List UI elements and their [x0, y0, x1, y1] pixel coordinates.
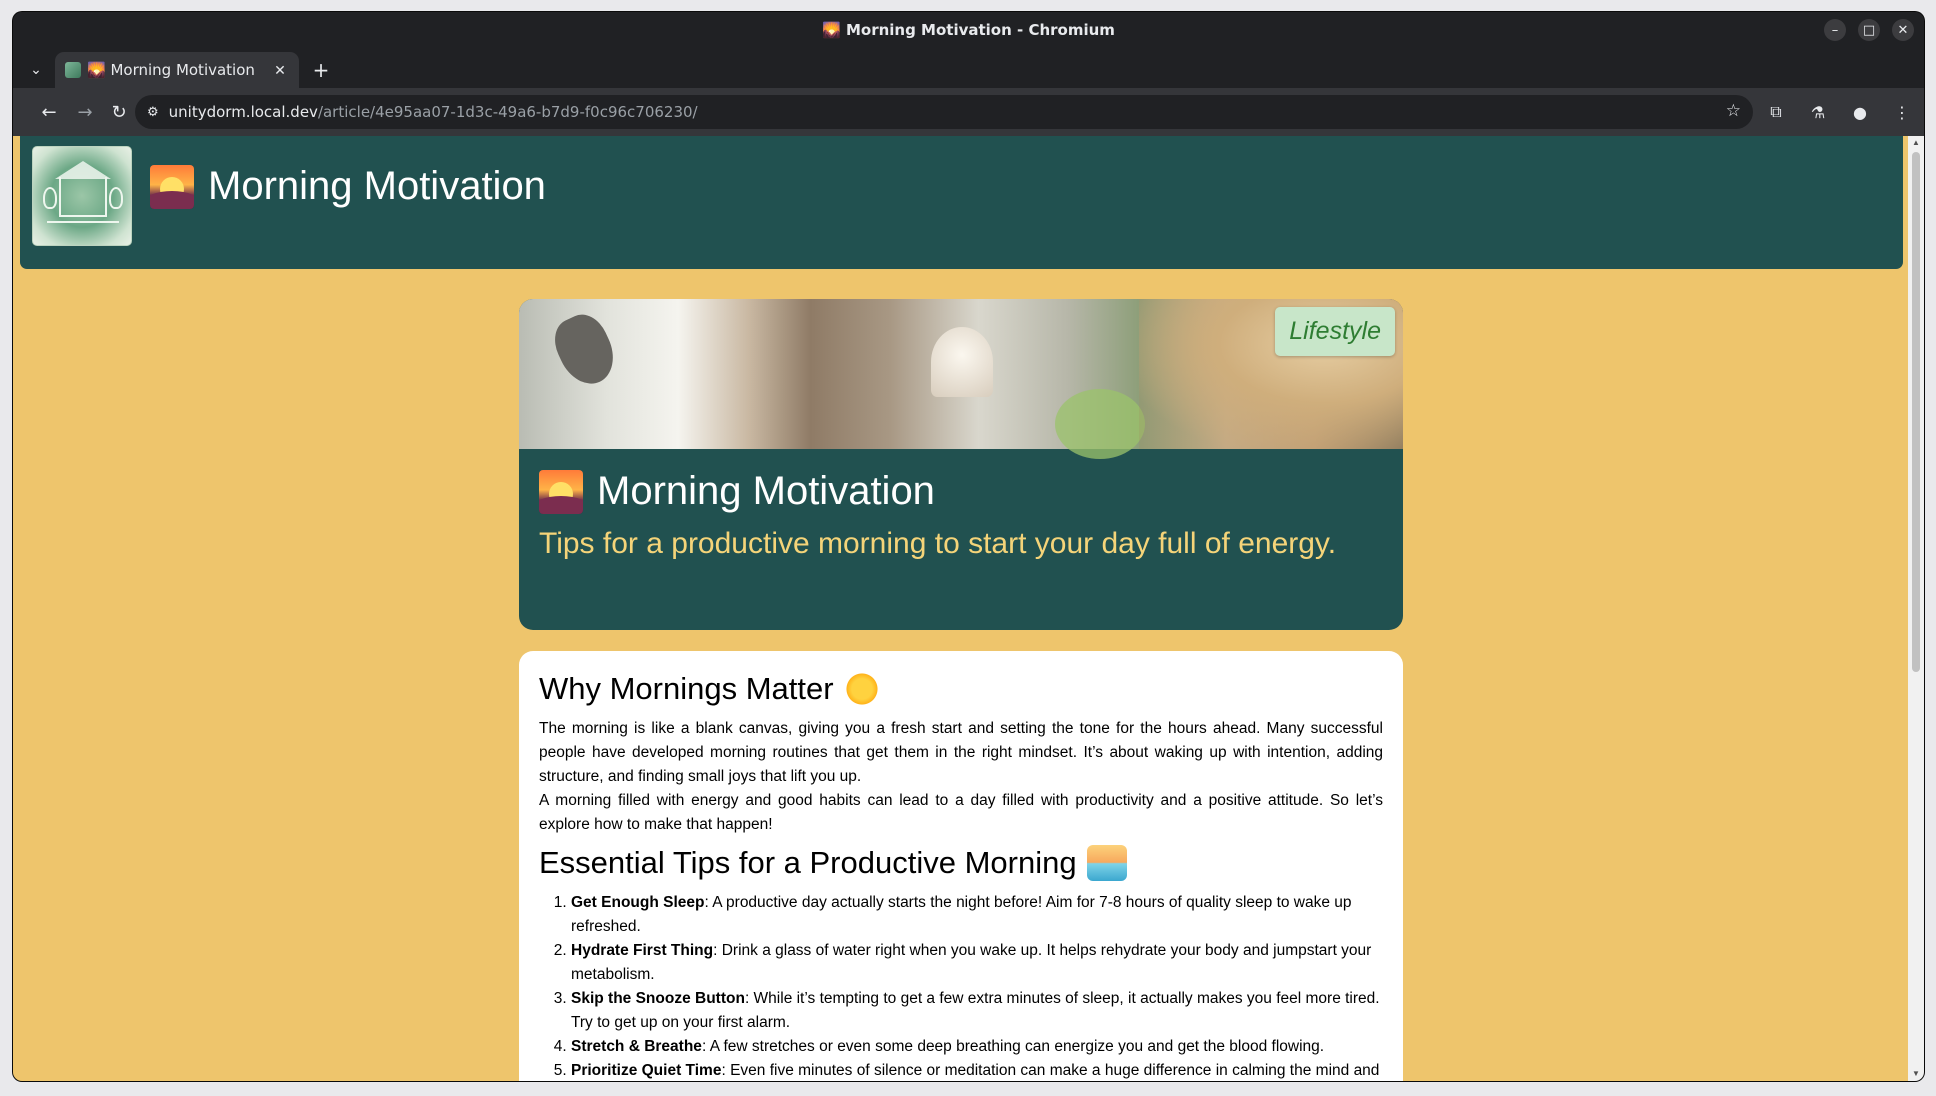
tab-close-icon[interactable]: ✕ [271, 62, 289, 79]
maximize-button[interactable]: □ [1858, 19, 1880, 41]
window-title: 🌄 Morning Motivation - Chromium [822, 21, 1115, 39]
tip-title: Stretch & Breathe [571, 1038, 702, 1055]
browser-toolbar: ← → ↻ ⚙ unitydorm.local.dev/article/4e95… [13, 88, 1924, 136]
scroll-up-arrow-icon[interactable]: ▲ [1911, 138, 1921, 148]
site-title: Morning Motivation [150, 164, 546, 209]
article-body: Why Mornings Matter The morning is like … [519, 651, 1403, 1081]
tip-title: Hydrate First Thing [571, 942, 714, 959]
logo-house-shape [59, 177, 107, 217]
article-subtitle: Tips for a productive morning to start y… [539, 527, 1337, 560]
window-controls: – □ ✕ [1824, 19, 1914, 41]
article-title: Morning Motivation [539, 469, 935, 514]
tab-title: 🌄 Morning Motivation [87, 61, 255, 79]
tip-title: Skip the Snooze Button [571, 990, 745, 1007]
logo-ground-line [47, 221, 119, 223]
bookmark-star-icon[interactable]: ☆ [1726, 101, 1741, 121]
title-bar: 🌄 Morning Motivation - Chromium – □ ✕ [13, 12, 1924, 48]
list-item: Get Enough Sleep: A productive day actua… [571, 891, 1383, 939]
hero-image: Lifestyle [519, 299, 1403, 459]
list-item: Hydrate First Thing: Drink a glass of wa… [571, 939, 1383, 987]
tips-list: Get Enough Sleep: A productive day actua… [539, 891, 1383, 1081]
profile-avatar-icon[interactable]: ● [1846, 98, 1874, 126]
tab-strip: ⌄ 🌄 Morning Motivation ✕ + [13, 48, 1924, 88]
site-title-text: Morning Motivation [208, 164, 546, 208]
close-window-button[interactable]: ✕ [1892, 19, 1914, 41]
hero-lamp-shape [546, 307, 624, 393]
list-item: Skip the Snooze Button: While it’s tempt… [571, 987, 1383, 1035]
url-path: /article/4e95aa07-1d3c-49a6-b7d9-f0c96c7… [317, 103, 698, 121]
section-heading-why-mornings: Why Mornings Matter [539, 671, 1383, 707]
tab-morning-motivation[interactable]: 🌄 Morning Motivation ✕ [55, 52, 299, 88]
sunrise-over-sea-icon [1086, 845, 1127, 881]
sun-icon [843, 671, 880, 707]
browser-window: 🌄 Morning Motivation - Chromium – □ ✕ ⌄ … [13, 12, 1924, 1081]
tip-text: : A few stretches or even some deep brea… [701, 1038, 1325, 1055]
paragraph: The morning is like a blank canvas, givi… [539, 720, 1383, 785]
category-badge[interactable]: Lifestyle [1275, 307, 1395, 356]
tab-search-chevron-icon[interactable]: ⌄ [23, 56, 49, 82]
article-title-text: Morning Motivation [597, 469, 935, 513]
tip-title: Get Enough Sleep [571, 894, 705, 911]
article-hero: Lifestyle Morning Motivation Tips for a … [519, 299, 1403, 630]
back-arrow-icon[interactable]: ← [35, 98, 63, 126]
extensions-puzzle-icon[interactable]: ⧉ [1762, 98, 1790, 126]
site-logo[interactable] [32, 146, 132, 246]
more-menu-icon[interactable]: ⋮ [1888, 98, 1916, 126]
sunrise-icon [150, 164, 194, 209]
list-item: Stretch & Breathe: A few stretches or ev… [571, 1035, 1383, 1059]
scrollbar-thumb[interactable] [1912, 152, 1920, 672]
paragraph: A morning filled with energy and good ha… [539, 792, 1383, 833]
site-favicon-icon [65, 62, 81, 78]
site-info-icon[interactable]: ⚙ [147, 105, 159, 120]
labs-flask-icon[interactable]: ⚗ [1804, 98, 1832, 126]
reload-icon[interactable]: ↻ [105, 98, 133, 126]
page-viewport: Morning Motivation Lifestyle Morning Mot… [13, 136, 1908, 1081]
url-host: unitydorm.local.dev [168, 103, 318, 121]
logo-tree-shape [43, 187, 57, 209]
vertical-scrollbar[interactable]: ▲ ▼ [1908, 136, 1924, 1081]
forward-arrow-icon[interactable]: → [71, 98, 99, 126]
address-bar[interactable]: ⚙ unitydorm.local.dev/article/4e95aa07-1… [135, 95, 1753, 129]
section-heading-essential-tips: Essential Tips for a Productive Morning [539, 845, 1383, 881]
site-header: Morning Motivation [20, 136, 1903, 269]
hero-plant-shape [1055, 389, 1145, 459]
sunrise-icon [539, 469, 583, 514]
list-item: Prioritize Quiet Time: Even five minutes… [571, 1059, 1383, 1081]
logo-tree-shape [109, 187, 123, 209]
new-tab-button[interactable]: + [309, 58, 333, 82]
scroll-down-arrow-icon[interactable]: ▼ [1911, 1069, 1921, 1079]
toolbar-actions: ⧉ ⚗ ● ⋮ [1762, 98, 1916, 126]
section-heading-text: Essential Tips for a Productive Morning [539, 845, 1077, 880]
hero-lamp-shape [931, 327, 993, 397]
tip-title: Prioritize Quiet Time [571, 1062, 722, 1079]
minimize-button[interactable]: – [1824, 19, 1846, 41]
section-heading-text: Why Mornings Matter [539, 671, 834, 706]
